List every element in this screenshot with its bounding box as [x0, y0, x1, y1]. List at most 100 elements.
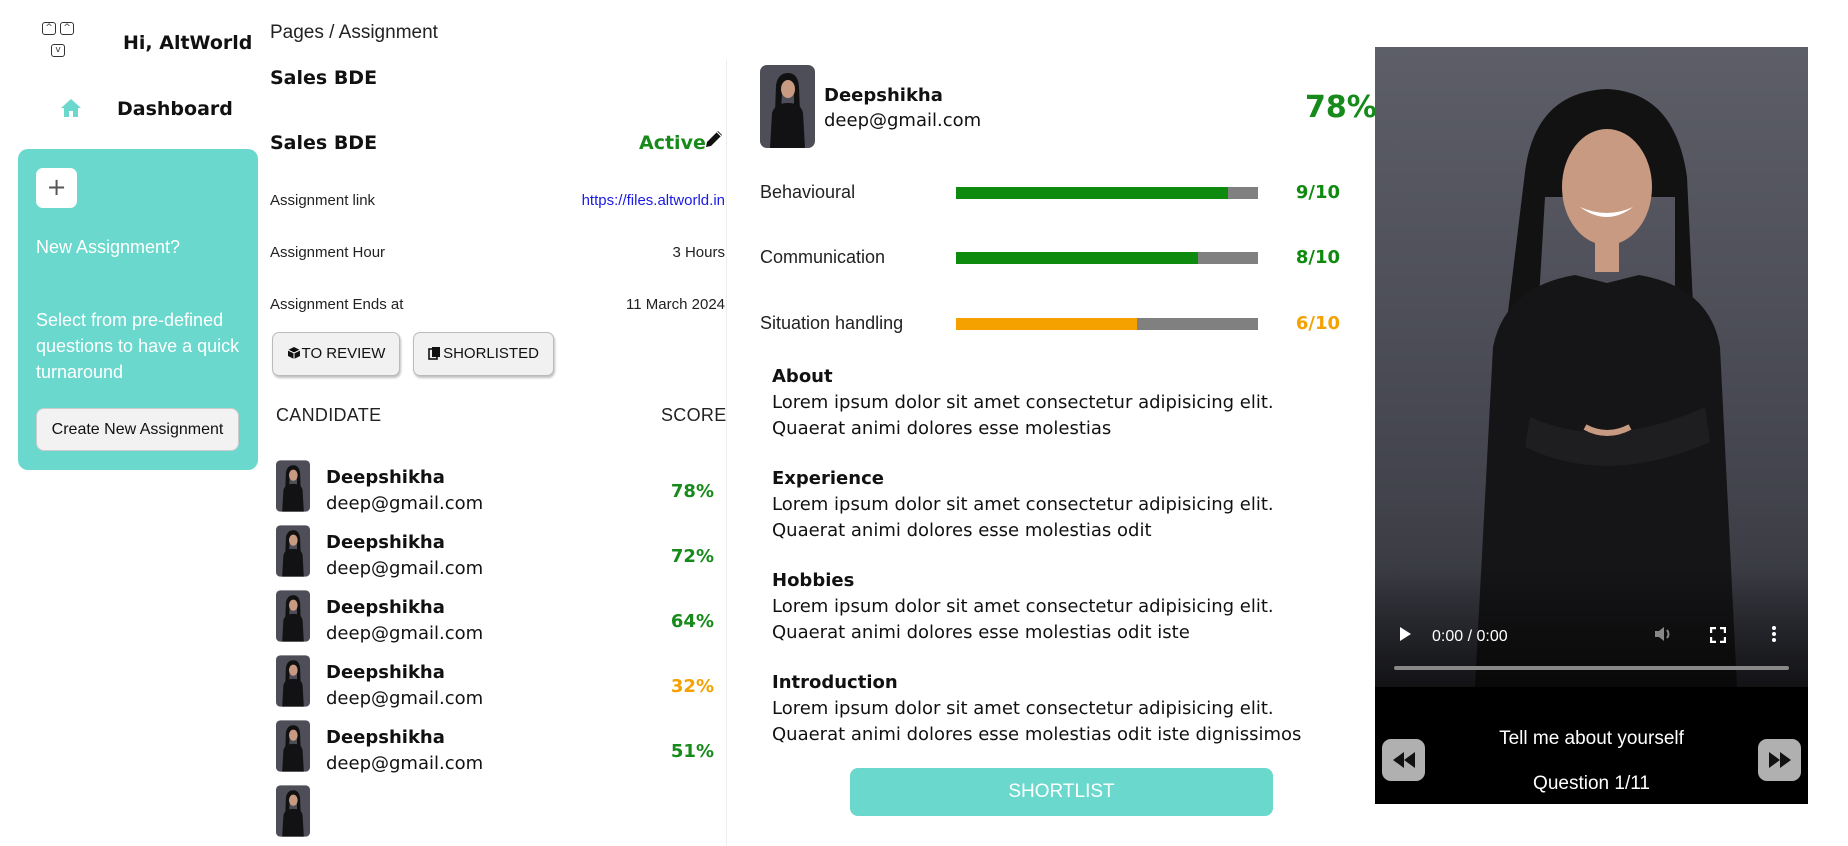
promo-description: Select from pre-defined questions to hav…	[36, 310, 240, 382]
assignment-name: Sales BDE	[270, 132, 378, 154]
candidate-row-score: 64%	[670, 611, 714, 632]
candidate-row-email: deep@gmail.com	[326, 493, 484, 514]
tab-to-review[interactable]: TO REVIEW	[272, 332, 400, 376]
column-divider	[726, 60, 727, 846]
section-heading: Experience	[772, 468, 884, 489]
section-text: Lorem ipsum dolor sit amet consectetur a…	[772, 392, 1274, 439]
section-text: Lorem ipsum dolor sit amet consectetur a…	[772, 596, 1274, 643]
metric-value: 8/10	[1295, 247, 1340, 268]
candidate-email: deep@gmail.com	[824, 110, 982, 131]
sidebar-item-label: Dashboard	[117, 98, 233, 120]
section-heading: Hobbies	[772, 570, 855, 591]
shortlist-button[interactable]: SHORTLIST	[850, 768, 1273, 816]
candidate-row-score: 32%	[670, 676, 714, 697]
profile-section: Hobbies Lorem ipsum dolor sit amet consec…	[772, 568, 1332, 646]
metric-row: Communication 8/10	[760, 247, 1340, 271]
avatar	[276, 590, 310, 646]
section-heading: About	[772, 366, 833, 387]
candidate-row[interactable]: Deepshikha deep@gmail.com 64%	[276, 588, 720, 650]
score-column-header: SCORE	[661, 405, 727, 425]
candidate-row-name: Deepshikha	[326, 597, 445, 618]
fast-forward-icon	[1769, 752, 1791, 768]
candidate-row-name: Deepshikha	[326, 532, 445, 553]
candidate-row-name: Deepshikha	[326, 727, 445, 748]
question-counter: Question 1/11	[1533, 773, 1650, 794]
metric-value: 9/10	[1295, 182, 1340, 203]
edit-pencil-icon[interactable]	[703, 128, 725, 154]
candidate-row-score: 72%	[670, 546, 714, 567]
assignment-link[interactable]: https://files.altworld.in	[582, 192, 725, 209]
create-new-assignment-button[interactable]: Create New Assignment	[36, 408, 239, 451]
avatar	[276, 720, 310, 776]
fullscreen-icon[interactable]	[1709, 626, 1727, 647]
copy-icon	[428, 347, 441, 360]
candidate-row-score: 78%	[670, 481, 714, 502]
metric-row: Situation handling 6/10	[760, 313, 1340, 337]
assignment-ends-label: Assignment Ends at	[270, 296, 404, 313]
section-heading: Introduction	[772, 672, 898, 693]
candidate-avatar	[760, 65, 815, 152]
candidate-row[interactable]: Deepshikha deep@gmail.com 78%	[276, 458, 720, 520]
sidebar-item-dashboard[interactable]: Dashboard	[54, 92, 254, 128]
rewind-icon	[1393, 752, 1415, 768]
section-text: Lorem ipsum dolor sit amet consectetur a…	[772, 698, 1302, 745]
candidate-row-email: deep@gmail.com	[326, 623, 484, 644]
candidate-row[interactable]: Deepshikha deep@gmail.com 51%	[276, 718, 720, 780]
candidate-row-name: Deepshikha	[326, 662, 445, 683]
assignment-ends-value: 11 March 2024	[626, 296, 725, 313]
metric-label: Communication	[760, 247, 886, 267]
user-greeting: Hi, AltWorld	[123, 32, 253, 54]
avatar	[276, 525, 310, 581]
metric-bar-fill	[956, 187, 1228, 199]
sidebar: ^ ^ v Hi, AltWorld Dashboard + New Assig…	[0, 0, 270, 846]
video-player[interactable]: 0:00 / 0:00 Tell me about yourself Quest…	[1375, 47, 1808, 804]
breadcrumb: Pages / Assignment	[270, 22, 438, 43]
candidate-row[interactable]: Deepshikha deep@gmail.com 72%	[276, 523, 720, 585]
avatar	[276, 460, 310, 516]
section-text: Lorem ipsum dolor sit amet consectetur a…	[772, 494, 1274, 541]
candidate-name: Deepshikha	[824, 85, 943, 106]
metric-row: Behavioural 9/10	[760, 182, 1340, 206]
promo-title: New Assignment?	[36, 237, 181, 257]
metric-label: Situation handling	[760, 313, 904, 333]
tab-shortlisted[interactable]: SHORLISTED	[413, 332, 554, 376]
tab-shortlisted-label: SHORLISTED	[443, 345, 539, 362]
candidate-row[interactable]	[276, 783, 720, 845]
add-assignment-button[interactable]: +	[36, 168, 77, 208]
logo-key-up-left: ^	[42, 22, 56, 35]
video-time: 0:00 / 0:00	[1432, 628, 1508, 645]
home-icon	[60, 98, 82, 122]
candidate-score: 78%	[1305, 90, 1377, 125]
profile-section: Experience Lorem ipsum dolor sit amet con…	[772, 466, 1332, 544]
metric-bar	[956, 252, 1258, 264]
metric-bar-fill	[956, 318, 1137, 330]
assignment-link-label: Assignment link	[270, 192, 376, 209]
metric-value: 6/10	[1295, 313, 1340, 334]
assignment-hour-label: Assignment Hour	[270, 244, 386, 261]
candidate-row-email: deep@gmail.com	[326, 688, 484, 709]
new-assignment-card: + New Assignment? Select from pre-define…	[18, 149, 258, 470]
candidate-row-email: deep@gmail.com	[326, 558, 484, 579]
avatar	[276, 655, 310, 711]
avatar	[276, 785, 310, 841]
video-progress-bar[interactable]	[1394, 666, 1789, 670]
more-options-icon[interactable]	[1771, 625, 1777, 647]
app-logo-icon[interactable]: ^ ^ v	[40, 22, 80, 62]
play-icon[interactable]	[1397, 625, 1413, 647]
next-question-button[interactable]	[1758, 739, 1801, 781]
candidate-row-email: deep@gmail.com	[326, 753, 484, 774]
candidate-list: Deepshikha deep@gmail.com 78% Deepshikha dee…	[276, 458, 720, 846]
logo-key-down: v	[51, 44, 65, 57]
profile-section: Introduction Lorem ipsum dolor sit amet c…	[772, 670, 1332, 748]
metric-bar	[956, 187, 1258, 199]
candidate-row-score: 51%	[670, 741, 714, 762]
candidate-column-header: CANDIDATE	[276, 405, 382, 425]
page-title: Sales BDE	[270, 67, 378, 89]
metric-label: Behavioural	[760, 182, 856, 202]
candidate-row[interactable]: Deepshikha deep@gmail.com 32%	[276, 653, 720, 715]
question-text: Tell me about yourself	[1499, 728, 1684, 749]
metric-bar	[956, 318, 1258, 330]
profile-section: About Lorem ipsum dolor sit amet consecte…	[772, 364, 1332, 442]
volume-icon[interactable]	[1653, 625, 1675, 647]
box-icon	[287, 347, 300, 359]
